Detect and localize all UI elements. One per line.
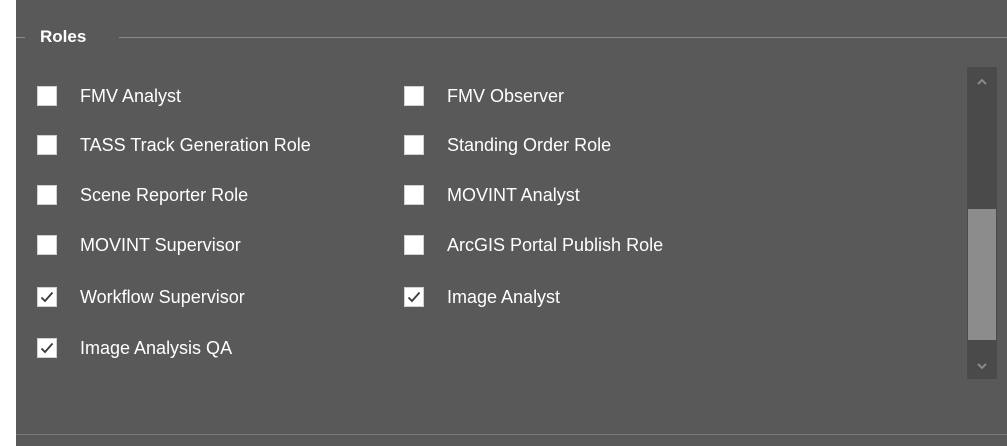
role-label: ArcGIS Portal Publish Role: [447, 235, 664, 255]
group-title: Roles: [40, 27, 87, 46]
role-label: Standing Order Role: [447, 135, 612, 155]
role-checkbox[interactable]: [404, 185, 424, 205]
role-label: MOVINT Analyst: [447, 185, 580, 205]
role-fmv-observer[interactable]: FMV Observer: [404, 84, 564, 108]
role-checkbox[interactable]: [37, 338, 57, 358]
roles-panel: Roles FMV Analyst FMV Observer TASS Trac…: [16, 0, 1007, 446]
checkmark-icon: [407, 291, 421, 303]
role-label: Scene Reporter Role: [80, 185, 249, 205]
scroll-thumb[interactable]: [968, 209, 996, 340]
role-movint-supervisor[interactable]: MOVINT Supervisor: [37, 233, 241, 257]
role-checkbox[interactable]: [37, 135, 57, 155]
role-workflow-supervisor[interactable]: Workflow Supervisor: [37, 285, 245, 309]
role-label: FMV Observer: [447, 86, 565, 106]
role-checkbox[interactable]: [404, 86, 424, 106]
role-checkbox[interactable]: [404, 235, 424, 255]
role-label: MOVINT Supervisor: [80, 235, 241, 255]
role-standing-order[interactable]: Standing Order Role: [404, 133, 611, 157]
group-border-left: [16, 37, 25, 38]
scroll-down-button[interactable]: [967, 355, 997, 377]
group-border-right: [119, 37, 1007, 38]
role-checkbox[interactable]: [404, 135, 424, 155]
role-arcgis-portal-publish[interactable]: ArcGIS Portal Publish Role: [404, 233, 663, 257]
role-checkbox[interactable]: [37, 86, 57, 106]
role-image-analyst[interactable]: Image Analyst: [404, 285, 560, 309]
checkmark-icon: [40, 342, 54, 354]
role-checkbox[interactable]: [37, 185, 57, 205]
role-scene-reporter[interactable]: Scene Reporter Role: [37, 183, 248, 207]
role-image-analysis-qa[interactable]: Image Analysis QA: [37, 336, 232, 360]
chevron-down-icon: [977, 363, 987, 370]
role-label: Image Analysis QA: [80, 338, 233, 358]
chevron-up-icon: [977, 78, 987, 85]
role-label: Image Analyst: [447, 287, 561, 307]
role-fmv-analyst[interactable]: FMV Analyst: [37, 84, 181, 108]
role-checkbox[interactable]: [37, 287, 57, 307]
role-checkbox[interactable]: [404, 287, 424, 307]
role-label: TASS Track Generation Role: [80, 135, 311, 155]
bottom-divider: [16, 434, 1007, 435]
role-movint-analyst[interactable]: MOVINT Analyst: [404, 183, 580, 207]
role-checkbox[interactable]: [37, 235, 57, 255]
role-tass-track-generation[interactable]: TASS Track Generation Role: [37, 133, 311, 157]
role-label: FMV Analyst: [80, 86, 182, 106]
role-label: Workflow Supervisor: [80, 287, 245, 307]
checkmark-icon: [40, 291, 54, 303]
scroll-up-button[interactable]: [967, 71, 997, 93]
vertical-scrollbar[interactable]: [967, 67, 997, 379]
